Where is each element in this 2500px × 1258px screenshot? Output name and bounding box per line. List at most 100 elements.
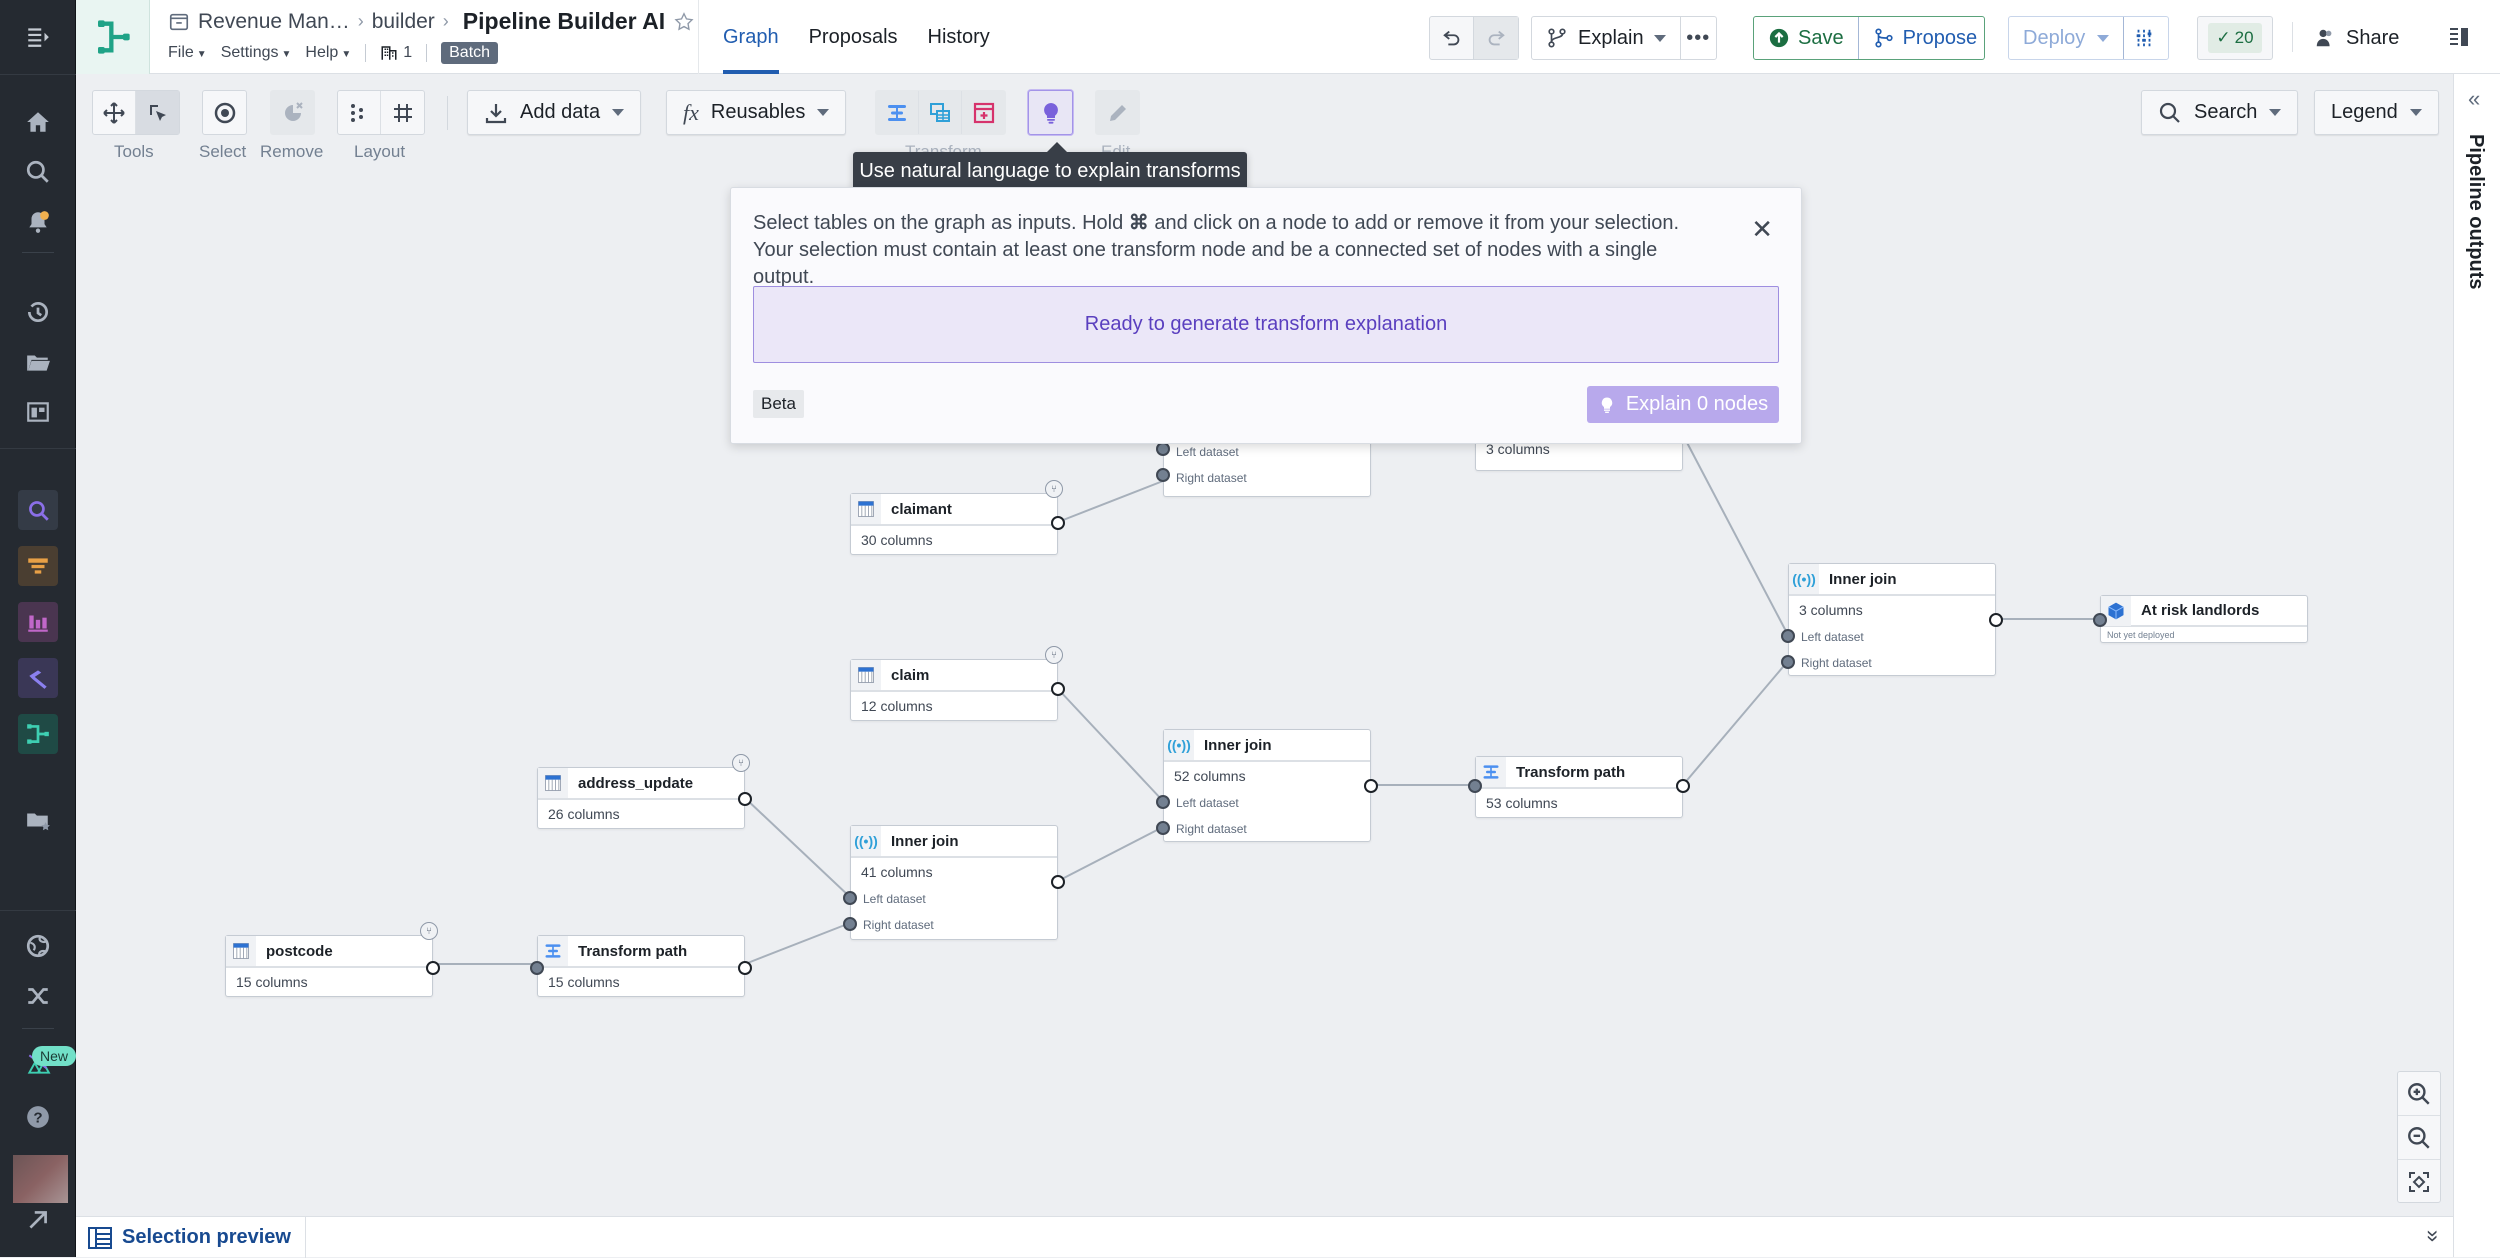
- select-button[interactable]: [203, 91, 246, 134]
- remove-button[interactable]: [271, 91, 314, 134]
- open-external-button[interactable]: [18, 1201, 58, 1239]
- add-column-button[interactable]: [962, 91, 1005, 134]
- search-nav-button[interactable]: [18, 152, 58, 192]
- branch-icon[interactable]: ⑂: [1045, 480, 1063, 498]
- explain-transforms-button[interactable]: [1029, 91, 1072, 134]
- graph-node-dataset[interactable]: claimant 30 columns ⑂: [850, 480, 1065, 555]
- save-button[interactable]: Save: [1754, 17, 1859, 59]
- graph-node-join[interactable]: ((•)) Inner join 41 columns Left dataset …: [843, 825, 1065, 940]
- app-contour-button[interactable]: [18, 546, 58, 586]
- shuffle-button[interactable]: [18, 976, 58, 1016]
- user-avatar[interactable]: [13, 1155, 68, 1203]
- zoom-in-button[interactable]: [2398, 1072, 2440, 1116]
- checks-button[interactable]: ✓ 20: [2197, 16, 2273, 60]
- help-button[interactable]: ?: [18, 1097, 58, 1137]
- files-button[interactable]: [18, 342, 58, 382]
- menu-file[interactable]: File ▼: [168, 44, 207, 62]
- fit-to-screen-button[interactable]: [2398, 1160, 2440, 1204]
- app-hammer-button[interactable]: [18, 658, 58, 698]
- redo-icon: [1488, 30, 1505, 46]
- tab-graph[interactable]: Graph: [723, 0, 779, 74]
- input-port[interactable]: [1156, 821, 1170, 835]
- output-port[interactable]: [1364, 779, 1378, 793]
- legend-button[interactable]: Legend: [2314, 90, 2439, 135]
- select-tool-button[interactable]: [136, 91, 179, 134]
- graph-node-dataset[interactable]: claim 12 columns ⑂: [850, 646, 1065, 721]
- output-port[interactable]: [1989, 613, 2003, 627]
- graph-node-output[interactable]: At risk landlords Not yet deployed: [2093, 595, 2308, 643]
- input-port[interactable]: [1156, 795, 1170, 809]
- branch-icon[interactable]: ⑂: [732, 754, 750, 772]
- auto-layout-button[interactable]: [338, 91, 381, 134]
- graph-node-join[interactable]: ((•)) Inner join 3 columns Left dataset R…: [1781, 563, 2003, 676]
- graph-node-dataset[interactable]: postcode 15 columns ⑂: [225, 922, 440, 997]
- input-port[interactable]: [1781, 629, 1795, 643]
- toggle-panel-button[interactable]: [2444, 22, 2474, 52]
- collapse-left-icon[interactable]: «: [2468, 86, 2480, 112]
- deploy-button[interactable]: Deploy: [2009, 17, 2125, 59]
- deploy-group: Deploy: [2008, 16, 2169, 60]
- close-panel-button[interactable]: ✕: [1751, 214, 1773, 245]
- home-button[interactable]: [18, 102, 58, 142]
- add-data-button[interactable]: Add data: [467, 90, 642, 135]
- more-options-button[interactable]: •••: [1681, 27, 1716, 50]
- deploy-settings-button[interactable]: [2124, 27, 2164, 49]
- output-port[interactable]: [1676, 779, 1690, 793]
- edit-button[interactable]: [1096, 91, 1139, 134]
- input-port[interactable]: [1156, 468, 1170, 482]
- input-port[interactable]: [1156, 442, 1170, 456]
- output-port[interactable]: [1051, 875, 1065, 889]
- tab-history[interactable]: History: [928, 0, 990, 74]
- star-icon[interactable]: [673, 11, 695, 33]
- breadcrumb-folder[interactable]: builder: [372, 10, 435, 34]
- input-port[interactable]: [1781, 655, 1795, 669]
- app-chart-button[interactable]: [18, 602, 58, 642]
- explain-nodes-button[interactable]: Explain 0 nodes: [1587, 386, 1779, 423]
- grid-layout-button[interactable]: [381, 91, 424, 134]
- pan-tool-button[interactable]: [93, 91, 136, 134]
- branch-icon[interactable]: ⑂: [1045, 646, 1063, 664]
- output-port[interactable]: [738, 792, 752, 806]
- undo-button[interactable]: [1430, 17, 1474, 59]
- input-port[interactable]: [530, 961, 544, 975]
- reusables-button[interactable]: fx Reusables: [666, 90, 847, 135]
- search-button[interactable]: Search: [2141, 90, 2299, 135]
- recent-button[interactable]: [18, 292, 58, 332]
- input-port[interactable]: [1468, 779, 1482, 793]
- branch-icon[interactable]: ⑂: [420, 922, 438, 940]
- graph-node-transform[interactable]: Transform path 53 columns: [1468, 756, 1690, 818]
- join-button[interactable]: [919, 91, 962, 134]
- branch-count[interactable]: 1: [380, 44, 412, 62]
- output-port[interactable]: [738, 961, 752, 975]
- menu-settings[interactable]: Settings ▼: [221, 44, 292, 62]
- output-port[interactable]: [426, 961, 440, 975]
- input-port[interactable]: [2093, 613, 2107, 627]
- graph-node-dataset[interactable]: address_update 26 columns ⑂: [537, 754, 752, 829]
- share-button[interactable]: Share: [2314, 16, 2399, 60]
- input-port[interactable]: [843, 917, 857, 931]
- input-port[interactable]: [843, 891, 857, 905]
- app-pipeline-builder-button[interactable]: [18, 714, 58, 754]
- favorites-folder-button[interactable]: [18, 800, 58, 840]
- globe-button[interactable]: [18, 926, 58, 966]
- transform-path-button[interactable]: [876, 91, 919, 134]
- zoom-out-button[interactable]: [2398, 1116, 2440, 1160]
- propose-button[interactable]: Propose: [1859, 17, 1992, 59]
- pipeline-outputs-tab[interactable]: Pipeline outputs: [2464, 134, 2487, 290]
- graph-node-join[interactable]: ((•)) Inner join 52 columns Left dataset …: [1156, 729, 1378, 842]
- expand-panel-icon[interactable]: «: [2418, 1230, 2444, 1242]
- notifications-button[interactable]: [18, 202, 58, 242]
- output-port[interactable]: [1051, 682, 1065, 696]
- app-quiver-button[interactable]: [18, 490, 58, 530]
- selection-preview-tab[interactable]: Selection preview: [88, 1217, 306, 1258]
- redo-button[interactable]: [1474, 17, 1518, 59]
- graph-node-transform[interactable]: Transform path 15 columns: [530, 935, 752, 997]
- output-port[interactable]: [1051, 516, 1065, 530]
- breadcrumb-project[interactable]: Revenue Man…: [198, 10, 350, 34]
- port-label-left: Left dataset: [1801, 630, 1864, 644]
- tab-proposals[interactable]: Proposals: [809, 0, 898, 74]
- workspace-button[interactable]: [18, 392, 58, 432]
- explain-dropdown[interactable]: Explain: [1532, 17, 1681, 59]
- menu-help[interactable]: Help ▼: [305, 44, 351, 62]
- expand-sidebar-button[interactable]: [18, 16, 58, 56]
